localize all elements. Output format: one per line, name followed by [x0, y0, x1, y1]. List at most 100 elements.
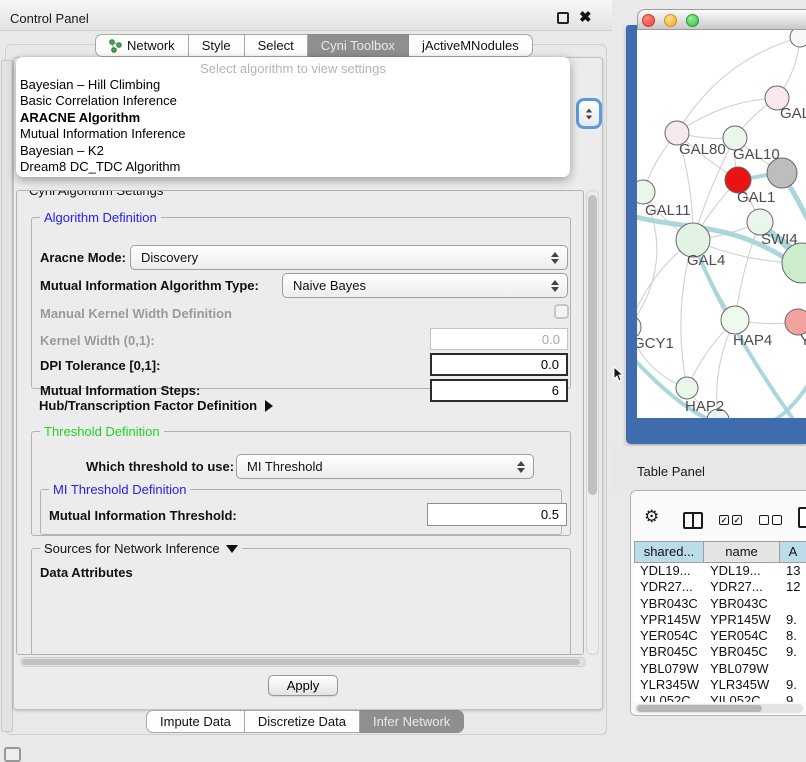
aracne-mode-value: Discovery — [131, 250, 547, 265]
table-row[interactable]: YER054CYER054C8. — [634, 628, 806, 644]
data-attributes-label: Data Attributes — [40, 565, 133, 580]
mi-type-select[interactable]: Naive Bayes — [282, 273, 568, 298]
close-window-icon[interactable] — [642, 14, 655, 27]
spinner-arrows-icon — [547, 252, 563, 264]
table-horizontal-scrollbar[interactable] — [635, 704, 803, 713]
node-hap4[interactable] — [721, 306, 749, 334]
column-header[interactable]: shared... — [634, 541, 704, 563]
manual-kernel-checkbox[interactable] — [554, 304, 569, 319]
table-cell: YDL19... — [704, 563, 780, 579]
tab-cyni-toolbox[interactable]: Cyni Toolbox — [308, 34, 409, 57]
float-window-icon[interactable] — [557, 12, 569, 24]
algorithm-combobox-spinner[interactable] — [576, 98, 602, 129]
tab-discretize-data[interactable]: Discretize Data — [245, 710, 360, 733]
node-label-gal4: GAL4 — [687, 252, 725, 269]
spinner-arrows-icon — [513, 461, 529, 473]
control-panel-title: Control Panel — [10, 11, 89, 26]
mi-steps-label: Mutual Information Steps: — [40, 383, 200, 398]
algorithm-option[interactable]: Bayesian – Hill Climbing — [16, 77, 570, 93]
network-view-canvas[interactable]: GALGAL80GAL10GAL1GAL11SWI4GAL4GCY1HAP4YH… — [637, 30, 806, 418]
node-hap2[interactable] — [676, 377, 698, 399]
node-label-gal10: GAL10 — [733, 146, 780, 163]
screen: { "window": { "title": "Control Panel" }… — [0, 0, 806, 762]
table-cell: 9. — [780, 644, 806, 660]
mi-threshold-label: Mutual Information Threshold: — [49, 508, 237, 523]
tab-select[interactable]: Select — [245, 34, 308, 57]
network-window-titlebar[interactable] — [637, 9, 806, 30]
table-cell: YLR345W — [704, 677, 780, 693]
node-label-swi4: SWI4 — [761, 231, 798, 248]
table-cell: YDR27... — [704, 579, 780, 595]
table-row[interactable]: YBR043CYBR043C — [634, 596, 806, 612]
split-columns-icon[interactable] — [683, 512, 703, 529]
new-table-icon[interactable] — [798, 507, 806, 528]
kernel-width-input[interactable] — [430, 328, 568, 350]
node-label-galx: GAL — [780, 105, 806, 122]
close-panel-icon[interactable]: ✖ — [579, 8, 592, 26]
algorithm-option[interactable]: Dream8 DC_TDC Algorithm — [16, 159, 570, 175]
settings-group-title: Cyni Algorithm Settings — [25, 190, 167, 198]
tab-label: jActiveMNodules — [422, 35, 519, 57]
column-header[interactable]: name — [704, 541, 780, 563]
gear-icon[interactable]: ⚙ — [644, 509, 659, 526]
scrollbar-thumb[interactable] — [588, 195, 597, 495]
table-cell: YER054C — [704, 628, 780, 644]
select-all-checkbox-icon[interactable]: ✓✓ — [719, 515, 742, 525]
table-header-row: shared...nameA — [634, 541, 806, 563]
node-top-partial[interactable] — [790, 30, 806, 47]
node-gal11[interactable] — [637, 180, 655, 204]
cyni-bottom-tabs: Impute DataDiscretize Data Infer Network — [146, 710, 464, 733]
panel-splitter[interactable] — [1, 60, 13, 732]
hub-definition-toggle[interactable]: Hub/Transcription Factor Definition — [39, 398, 273, 413]
algorithm-option[interactable]: Mutual Information Inference — [16, 126, 570, 142]
dock-panel-icon[interactable] — [4, 747, 21, 762]
algorithm-select-prompt: Select algorithm to view settings — [16, 61, 570, 77]
table-row[interactable]: YDR27...YDR27...12 — [634, 579, 806, 595]
dpi-tolerance-input[interactable] — [430, 353, 568, 376]
table-cell: YBL079W — [704, 661, 780, 677]
table-cell — [780, 661, 806, 677]
zoom-window-icon[interactable] — [686, 14, 699, 27]
table-row[interactable]: YLR345WYLR345W9. — [634, 677, 806, 693]
tab-infer-network[interactable]: Infer Network — [360, 710, 464, 733]
algorithm-option[interactable]: Bayesian – K2 — [16, 143, 570, 159]
aracne-mode-select[interactable]: Discovery — [130, 245, 568, 270]
mi-threshold-input[interactable] — [427, 503, 567, 526]
expand-arrow-icon — [265, 400, 273, 412]
tab-network[interactable]: Network — [95, 34, 189, 57]
which-threshold-select[interactable]: MI Threshold — [236, 454, 534, 479]
threshold-definition-title: Threshold Definition — [40, 424, 164, 439]
table-cell: 9. — [780, 677, 806, 693]
deselect-all-checkbox-icon[interactable] — [759, 515, 782, 525]
algorithm-option[interactable]: Basic Correlation Inference — [16, 93, 570, 109]
which-threshold-value: MI Threshold — [237, 459, 513, 474]
column-header[interactable]: A — [780, 541, 806, 563]
scrollbar-thumb[interactable] — [637, 705, 762, 712]
table-row[interactable]: YBL079WYBL079W — [634, 661, 806, 677]
table-cell: YER054C — [634, 628, 704, 644]
aracne-mode-label: Aracne Mode: — [40, 250, 126, 265]
table-row[interactable]: YBR045CYBR045C9. — [634, 644, 806, 660]
table-cell: YBR043C — [634, 596, 704, 612]
mouse-cursor — [613, 366, 625, 383]
algorithm-option[interactable]: ARACNE Algorithm — [16, 110, 570, 126]
scrollbar-thumb[interactable] — [22, 659, 580, 665]
tab-jactivemnodules[interactable]: jActiveMNodules — [409, 34, 533, 57]
tab-label: Infer Network — [373, 711, 450, 733]
mi-threshold-group: MI Threshold Definition Mutual Informati… — [40, 489, 562, 535]
table-row[interactable]: YDL19...YDL19...13 — [634, 563, 806, 579]
settings-vertical-scrollbar[interactable] — [586, 190, 599, 655]
settings-horizontal-scrollbar[interactable] — [20, 657, 586, 667]
apply-button[interactable]: Apply — [268, 675, 338, 696]
minimize-window-icon[interactable] — [664, 14, 677, 27]
table-row[interactable]: YIL052CYIL052C9. — [634, 693, 806, 702]
table-row[interactable]: YPR145WYPR145W9. — [634, 612, 806, 628]
sources-group-title[interactable]: Sources for Network Inference — [40, 541, 242, 556]
table-cell: YDL19... — [634, 563, 704, 579]
control-panel-titlebar: Control Panel — [0, 0, 612, 31]
mi-steps-input[interactable] — [430, 379, 568, 402]
tab-style[interactable]: Style — [189, 34, 245, 57]
control-panel-tabs: NetworkStyleSelectCyni Toolbox jActiveMNo… — [95, 34, 533, 57]
algorithm-dropdown-popup: Select algorithm to view settings Bayesi… — [16, 57, 570, 177]
tab-impute-data[interactable]: Impute Data — [146, 710, 245, 733]
